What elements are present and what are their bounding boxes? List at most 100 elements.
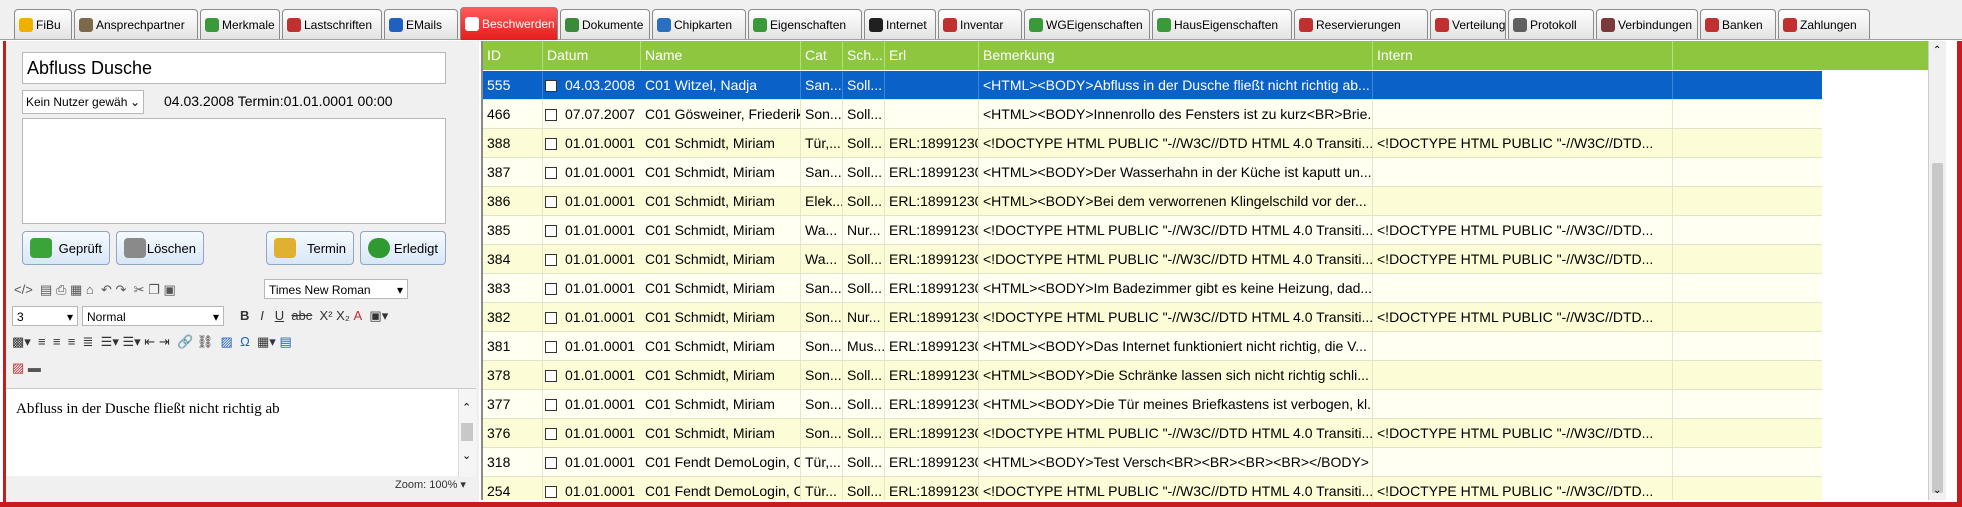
bullet-list-icon[interactable]: ☰▾	[122, 334, 140, 349]
tab-eigenschaften[interactable]: Eigenschaften	[748, 9, 862, 39]
row-checkbox[interactable]	[545, 370, 557, 382]
preview-icon[interactable]: ⎙	[56, 282, 66, 297]
column-header-sch[interactable]: Sch...	[843, 41, 885, 70]
table-row[interactable]: 25401.01.0001C01 Fendt DemoLogin, Oliver…	[483, 477, 1822, 500]
editor-scrollbar[interactable]: ⌃ ⌄	[458, 389, 476, 477]
done-button[interactable]: Erledigt	[360, 231, 446, 265]
row-checkbox[interactable]	[545, 341, 557, 353]
delete-button[interactable]: Löschen	[116, 231, 204, 265]
cut-icon[interactable]: ✂	[134, 282, 145, 297]
tab-wgeigenschaften[interactable]: WGEigenschaften	[1024, 9, 1150, 39]
row-checkbox[interactable]	[545, 283, 557, 295]
table-row[interactable]: 555 04.03.2008 C01 Witzel, Nadja San... Soll…	[483, 71, 1822, 100]
row-checkbox[interactable]	[545, 138, 557, 150]
row-checkbox[interactable]	[545, 196, 557, 208]
html-source-icon[interactable]: </>	[14, 282, 33, 297]
italic-icon[interactable]: I	[260, 308, 264, 323]
zoom-label[interactable]: Zoom: 100% ▾	[395, 478, 466, 491]
highlight-icon[interactable]: ▩▾	[12, 334, 31, 349]
copy-icon[interactable]: ❐	[148, 282, 160, 297]
table-row[interactable]: 378 01.01.0001 C01 Schmidt, Miriam Son... So…	[483, 361, 1822, 390]
row-checkbox[interactable]	[545, 399, 557, 411]
align-right-icon[interactable]: ≡	[68, 334, 76, 349]
paste-icon[interactable]: ▣	[163, 282, 175, 297]
table-row[interactable]: 382 01.01.0001 C01 Schmidt, Miriam Son... Nu…	[483, 303, 1822, 332]
tab-merkmale[interactable]: Merkmale	[200, 9, 280, 39]
grid-scroll-thumb[interactable]	[1932, 163, 1943, 493]
complaint-title-field[interactable]: Abfluss Dusche	[22, 52, 446, 84]
tab-lastschriften[interactable]: Lastschriften	[282, 9, 382, 39]
row-checkbox[interactable]	[545, 312, 557, 324]
clear-format-icon[interactable]: A	[354, 308, 363, 323]
chevron-down-icon[interactable]: ⌄	[462, 449, 471, 462]
row-checkbox[interactable]	[545, 457, 557, 469]
lock-icon[interactable]: ⌂	[86, 282, 94, 297]
user-select[interactable]: Kein Nutzer gewäh ⌄	[22, 90, 144, 114]
paragraph-style-select[interactable]: Normal ▾	[82, 306, 224, 326]
tab-chipkarten[interactable]: Chipkarten	[652, 9, 746, 39]
align-center-icon[interactable]: ≡	[53, 334, 61, 349]
column-header-bemerkung[interactable]: Bemerkung	[979, 41, 1373, 70]
omega-symbol-icon[interactable]: Ω	[240, 334, 250, 349]
table-row[interactable]: 384 01.01.0001 C01 Schmidt, Miriam Wa... Sol…	[483, 245, 1822, 274]
notes-memo[interactable]	[22, 118, 446, 224]
table-insert-icon[interactable]: ▣▾	[369, 308, 388, 323]
table-row[interactable]: 31801.01.0001C01 Fendt DemoLogin, Oliver…	[483, 448, 1822, 477]
chevron-up-icon[interactable]: ⌃	[1933, 45, 1941, 56]
bold-icon[interactable]: B	[240, 308, 249, 323]
subscript-icon[interactable]: X₂	[336, 308, 350, 323]
tab-reservierungen[interactable]: Reservierungen	[1294, 9, 1428, 39]
tab-protokoll[interactable]: Protokoll	[1508, 9, 1594, 39]
tab-dokumente[interactable]: Dokumente	[560, 9, 650, 39]
superscript-icon[interactable]: X²	[320, 308, 333, 323]
row-checkbox[interactable]	[545, 109, 557, 121]
justify-icon[interactable]: ≣	[83, 334, 94, 349]
tab-zahlungen[interactable]: Zahlungen	[1778, 9, 1870, 39]
table-row[interactable]: 383 01.01.0001 C01 Schmidt, Miriam San... So…	[483, 274, 1822, 303]
tab-banken[interactable]: Banken	[1700, 9, 1776, 39]
strikethrough-icon[interactable]: abc	[291, 308, 312, 323]
image-icon[interactable]: ▨	[221, 334, 233, 349]
tab-hauseigenschaften[interactable]: HausEigenschaften	[1152, 9, 1292, 39]
tab-fibu[interactable]: FiBu	[14, 9, 72, 39]
redo-icon[interactable]: ↷	[116, 282, 127, 297]
row-checkbox[interactable]	[545, 428, 557, 440]
unlink-icon[interactable]: ⛓	[197, 334, 214, 349]
link-icon[interactable]: 🔗	[177, 334, 193, 349]
align-left-icon[interactable]: ≡	[38, 334, 46, 349]
grid-icon[interactable]: ▦▾	[257, 334, 276, 349]
schedule-button[interactable]: Termin	[266, 231, 354, 265]
row-checkbox[interactable]	[545, 80, 557, 92]
checked-button[interactable]: Geprüft	[22, 231, 110, 265]
font-size-select[interactable]: 3 ▾	[12, 306, 78, 326]
template-icon[interactable]: ▦	[70, 282, 82, 297]
column-header-datum[interactable]: Datum	[543, 41, 641, 70]
column-header-cat[interactable]: Cat	[801, 41, 843, 70]
column-header-intern[interactable]: Intern	[1373, 41, 1673, 70]
row-checkbox[interactable]	[545, 486, 557, 498]
row-checkbox[interactable]	[545, 167, 557, 179]
table-row[interactable]: 388 01.01.0001 C01 Schmidt, Miriam Tür,... S…	[483, 129, 1822, 158]
hr-icon[interactable]: ▬	[28, 360, 41, 375]
outdent-icon[interactable]: ⇤	[144, 334, 155, 349]
underline-icon[interactable]: U	[275, 308, 284, 323]
column-header-erl[interactable]: Erl	[885, 41, 979, 70]
table-row[interactable]: 376 01.01.0001 C01 Schmidt, Miriam Son... So…	[483, 419, 1822, 448]
table-row[interactable]: 377 01.01.0001 C01 Schmidt, Miriam Son... So…	[483, 390, 1822, 419]
column-header-name[interactable]: Name	[641, 41, 801, 70]
tab-internet[interactable]: Internet	[864, 9, 936, 39]
undo-icon[interactable]: ↶	[101, 282, 112, 297]
table-row[interactable]: 385 01.01.0001 C01 Schmidt, Miriam Wa... Nur…	[483, 216, 1822, 245]
indent-icon[interactable]: ⇥	[159, 334, 170, 349]
tab-ansprechpartner[interactable]: Ansprechpartner	[74, 9, 198, 39]
row-checkbox[interactable]	[545, 225, 557, 237]
editor-content[interactable]: Abfluss in der Dusche fließt nicht richt…	[16, 401, 280, 418]
table-row[interactable]: 466 07.07.2007 C01 Gösweiner, Friederike So…	[483, 100, 1822, 129]
rich-text-editor[interactable]: Abfluss in der Dusche fließt nicht richt…	[6, 388, 476, 477]
print-icon[interactable]: ▤	[40, 282, 52, 297]
row-checkbox[interactable]	[545, 254, 557, 266]
tab-verteilung[interactable]: Verteilung	[1430, 9, 1506, 39]
tab-emails[interactable]: EMails	[384, 9, 458, 39]
table-row[interactable]: 386 01.01.0001 C01 Schmidt, Miriam Elek... S…	[483, 187, 1822, 216]
numbered-list-icon[interactable]: ☰▾	[101, 334, 119, 349]
